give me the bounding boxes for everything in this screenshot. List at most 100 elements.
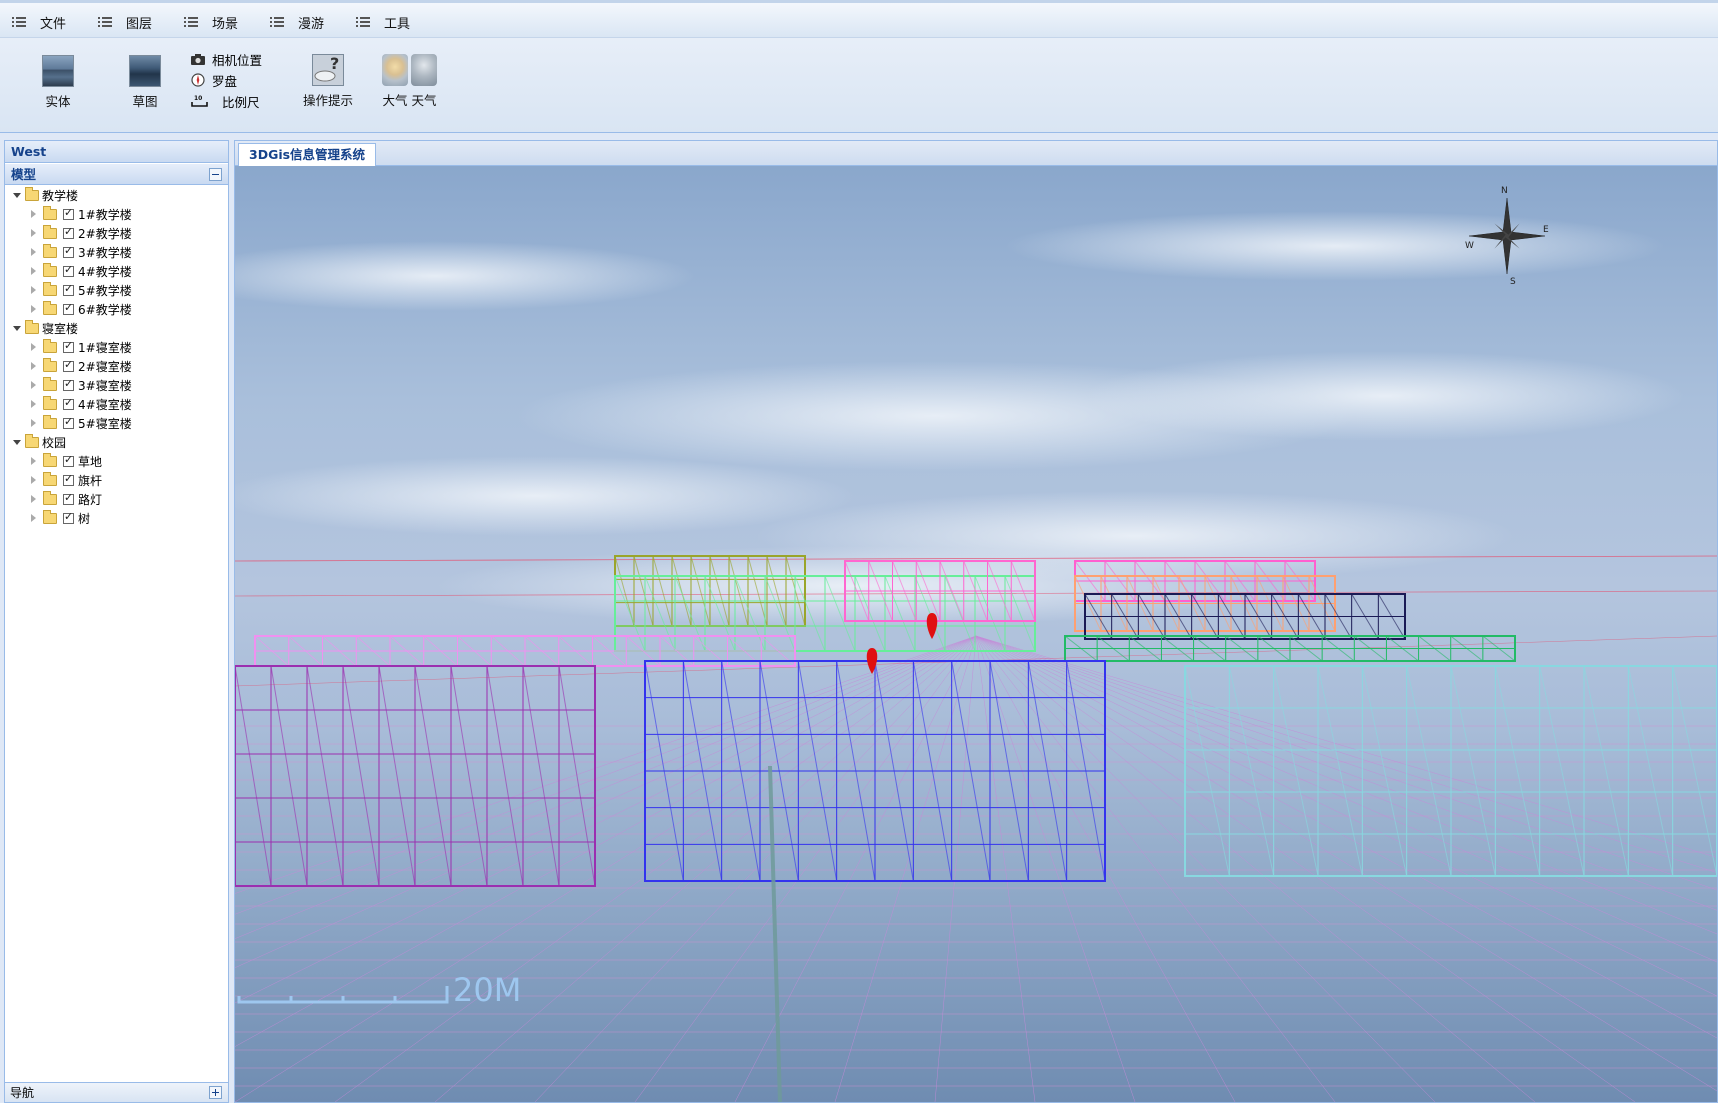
expand-arrow-icon[interactable]: [13, 439, 21, 445]
map-viewport[interactable]: 20M N E S W: [235, 166, 1717, 1102]
menu-bar: 文件 图层 场景 漫游 工具: [0, 0, 1718, 38]
list-icon: [98, 16, 112, 28]
3d-scene[interactable]: 20M N E S W: [235, 166, 1717, 1102]
collapsed-arrow-icon[interactable]: [31, 305, 36, 313]
tree-folder-1[interactable]: 寝室楼: [13, 319, 78, 337]
tree-item-label: 6#教学楼: [78, 302, 132, 317]
atmosphere-button[interactable]: 大气: [381, 54, 409, 109]
help-button[interactable]: ? 操作提示: [300, 54, 356, 109]
layer-checkbox[interactable]: [63, 301, 74, 315]
folder-icon: [25, 319, 39, 334]
compass-label: 罗盘: [212, 73, 238, 89]
tree-item[interactable]: 1#寝室楼: [31, 338, 132, 356]
layer-checkbox[interactable]: [63, 396, 74, 410]
solid-icon: [42, 55, 74, 87]
layer-checkbox[interactable]: [63, 225, 74, 239]
weather-icon: [411, 54, 437, 86]
model-panel-header[interactable]: 模型: [5, 163, 228, 185]
solid-button[interactable]: 实体: [40, 55, 76, 110]
scale-button[interactable]: 10 比例尺: [190, 92, 260, 110]
menu-layers[interactable]: 图层: [98, 12, 152, 32]
tree-item[interactable]: 3#教学楼: [31, 243, 132, 261]
list-icon: [12, 16, 26, 28]
compass-w: W: [1465, 241, 1474, 251]
camera-position-button[interactable]: 相机位置: [190, 50, 262, 68]
sketch-button[interactable]: 草图: [127, 55, 163, 110]
layer-checkbox[interactable]: [63, 339, 74, 353]
tree-item[interactable]: 2#教学楼: [31, 224, 132, 242]
menu-roam[interactable]: 漫游: [270, 12, 324, 32]
tree-item[interactable]: 草地: [31, 452, 102, 470]
tree-item[interactable]: 4#教学楼: [31, 262, 132, 280]
layer-checkbox[interactable]: [63, 472, 74, 486]
tree-item[interactable]: 3#寝室楼: [31, 376, 132, 394]
layer-checkbox[interactable]: [63, 263, 74, 277]
collapsed-arrow-icon[interactable]: [31, 286, 36, 294]
collapsed-arrow-icon[interactable]: [31, 476, 36, 484]
layer-checkbox[interactable]: [63, 453, 74, 467]
collapse-button[interactable]: [209, 168, 222, 181]
tree-folder-2[interactable]: 校园: [13, 433, 66, 451]
tree-item[interactable]: 1#教学楼: [31, 205, 132, 223]
folder-icon: [43, 395, 57, 410]
layer-checkbox[interactable]: [63, 415, 74, 429]
layer-checkbox[interactable]: [63, 510, 74, 524]
atmosphere-icon: [382, 54, 408, 86]
collapsed-arrow-icon[interactable]: [31, 229, 36, 237]
menu-scene[interactable]: 场景: [184, 12, 238, 32]
layer-checkbox[interactable]: [63, 358, 74, 372]
expand-arrow-icon[interactable]: [13, 325, 21, 331]
tree-item[interactable]: 旗杆: [31, 471, 102, 489]
tree-item[interactable]: 6#教学楼: [31, 300, 132, 318]
model-panel-title: 模型: [11, 167, 37, 182]
layer-checkbox[interactable]: [63, 206, 74, 220]
layer-checkbox[interactable]: [63, 491, 74, 505]
west-panel-header: West: [5, 141, 228, 163]
compass-button[interactable]: 罗盘: [190, 71, 237, 89]
nav-panel-header[interactable]: 导航: [5, 1082, 228, 1102]
tab-3dgis[interactable]: 3DGis信息管理系统: [238, 143, 377, 166]
tree-item-label: 2#教学楼: [78, 226, 132, 241]
layer-checkbox[interactable]: [63, 244, 74, 258]
tree-item-label: 草地: [78, 454, 103, 469]
folder-icon: [43, 509, 57, 524]
tree-folder-0[interactable]: 教学楼: [13, 186, 78, 204]
help-icon: ?: [312, 54, 344, 86]
menu-scene-label: 场景: [212, 16, 239, 32]
expand-arrow-icon[interactable]: [13, 192, 21, 198]
collapsed-arrow-icon[interactable]: [31, 210, 36, 218]
tree-item[interactable]: 5#教学楼: [31, 281, 132, 299]
collapsed-arrow-icon[interactable]: [31, 248, 36, 256]
layer-checkbox[interactable]: [63, 282, 74, 296]
list-icon: [270, 16, 284, 28]
tree-item[interactable]: 路灯: [31, 490, 102, 508]
west-title: West: [11, 144, 47, 159]
menu-tools[interactable]: 工具: [356, 12, 410, 32]
collapsed-arrow-icon[interactable]: [31, 267, 36, 275]
collapsed-arrow-icon[interactable]: [31, 514, 36, 522]
layer-checkbox[interactable]: [63, 377, 74, 391]
weather-button[interactable]: 天气: [410, 54, 438, 109]
center-panel: 3DGis信息管理系统 20M N E S W: [234, 140, 1718, 1103]
folder-icon: [43, 281, 57, 296]
menu-file[interactable]: 文件: [12, 12, 66, 32]
tree-item[interactable]: 树: [31, 509, 90, 527]
folder-icon: [43, 262, 57, 277]
collapsed-arrow-icon[interactable]: [31, 362, 36, 370]
collapsed-arrow-icon[interactable]: [31, 343, 36, 351]
collapsed-arrow-icon[interactable]: [31, 381, 36, 389]
expand-button[interactable]: [209, 1086, 222, 1099]
tree-item[interactable]: 4#寝室楼: [31, 395, 132, 413]
sketch-label: 草图: [132, 94, 158, 109]
collapsed-arrow-icon[interactable]: [31, 457, 36, 465]
toolbar: 实体 草图 相机位置 罗盘 10 比例尺 ? 操作提示 大气 天气: [0, 38, 1718, 133]
tab-strip: 3DGis信息管理系统: [235, 141, 1717, 166]
camera-icon: [190, 52, 206, 66]
collapsed-arrow-icon[interactable]: [31, 495, 36, 503]
menu-file-label: 文件: [40, 16, 67, 32]
tree-item[interactable]: 2#寝室楼: [31, 357, 132, 375]
collapsed-arrow-icon[interactable]: [31, 419, 36, 427]
compass-s: S: [1510, 277, 1516, 287]
tree-item[interactable]: 5#寝室楼: [31, 414, 132, 432]
collapsed-arrow-icon[interactable]: [31, 400, 36, 408]
